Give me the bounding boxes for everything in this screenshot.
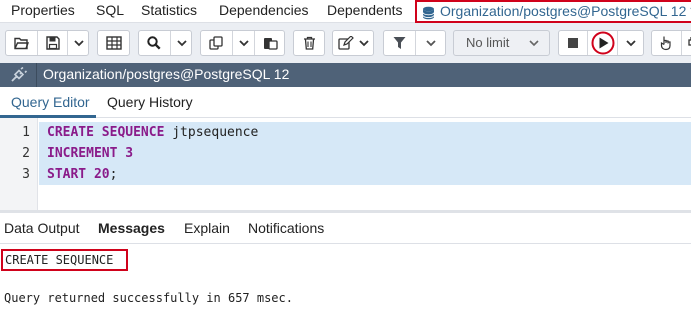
save-button[interactable]	[37, 31, 67, 55]
paste-icon	[264, 38, 278, 50]
copy-button[interactable]	[201, 31, 232, 55]
plug-icon	[688, 37, 691, 46]
messages-panel: CREATE SEQUENCE Query returned successfu…	[0, 244, 691, 315]
save-icon	[46, 36, 60, 50]
paste-button[interactable]	[254, 31, 285, 55]
sql-keyword: START	[47, 167, 87, 182]
sql-number: 3	[125, 146, 134, 161]
row-limit-value: No limit	[466, 35, 510, 50]
chevron-down-icon	[74, 40, 84, 47]
tab-data-output[interactable]: Data Output	[4, 220, 80, 236]
explain-button[interactable]	[652, 31, 681, 55]
output-tab-bar: Data Output Messages Explain Notificatio…	[0, 213, 691, 244]
connection-status-icon[interactable]	[10, 66, 28, 86]
tab-messages[interactable]: Messages	[98, 220, 165, 236]
tab-statistics[interactable]: Statistics	[141, 2, 197, 18]
tab-dependents[interactable]: Dependents	[327, 2, 403, 18]
cancel-query-button[interactable]	[559, 31, 587, 55]
edit-menu-button[interactable]	[332, 30, 374, 56]
tab-query-editor[interactable]: Query Editor	[11, 94, 90, 110]
result-message-highlight: CREATE SEQUENCE	[1, 249, 128, 271]
top-tab-bar: Properties SQL Statistics Dependencies D…	[0, 0, 691, 23]
code-line[interactable]: CREATE SEQUENCE jtpsequence	[39, 122, 691, 143]
status-message: Query returned successfully in 657 msec.	[4, 291, 293, 305]
edit-icon	[338, 36, 354, 50]
editor-tab-bar: Query Editor Query History	[0, 87, 691, 118]
code-line[interactable]: START 20;	[39, 164, 691, 185]
chevron-down-icon	[626, 40, 636, 47]
tab-query-tool-label: Organization/postgres@PostgreSQL 12 *	[440, 3, 691, 19]
open-file-button[interactable]	[6, 31, 37, 55]
sql-punctuation: ;	[109, 167, 118, 182]
line-number-gutter: 1 2 3	[0, 118, 38, 210]
edit-grid-button[interactable]	[97, 30, 130, 56]
tab-dependencies[interactable]: Dependencies	[219, 2, 309, 18]
trash-icon	[304, 36, 315, 50]
result-message: CREATE SEQUENCE	[5, 253, 114, 267]
execute-dropdown-button[interactable]	[617, 31, 644, 55]
execute-button[interactable]	[587, 31, 617, 55]
sql-editor[interactable]: 1 2 3 CREATE SEQUENCE jtpsequence INCREM…	[0, 118, 691, 210]
line-number: 1	[22, 125, 30, 140]
row-limit-select[interactable]: No limit	[453, 30, 550, 56]
find-dropdown-button[interactable]	[170, 31, 192, 55]
copy-icon	[209, 36, 223, 50]
chevron-down-icon	[426, 40, 436, 47]
file-button-group	[5, 30, 89, 56]
sql-identifier: jtpsequence	[164, 125, 259, 140]
execute-button-group	[558, 30, 644, 56]
connection-separator	[36, 63, 37, 87]
database-icon	[422, 6, 435, 23]
tab-notifications[interactable]: Notifications	[248, 220, 324, 236]
tab-query-history[interactable]: Query History	[107, 94, 193, 110]
copy-paste-button-group	[200, 30, 285, 56]
sql-keyword: CREATE SEQUENCE	[47, 125, 165, 140]
filter-icon	[393, 37, 406, 49]
sql-number: 20	[93, 167, 110, 182]
filter-button-group	[383, 30, 446, 56]
code-line[interactable]: INCREMENT 3	[39, 143, 691, 164]
line-number: 3	[22, 167, 30, 182]
copy-dropdown-button[interactable]	[232, 31, 254, 55]
grid-icon	[106, 36, 122, 50]
filter-dropdown-button[interactable]	[415, 31, 446, 55]
explain-button-group	[651, 30, 691, 56]
line-number: 2	[22, 146, 30, 161]
pointer-hand-icon	[660, 36, 671, 51]
delete-button[interactable]	[293, 30, 325, 56]
tab-explain[interactable]: Explain	[184, 220, 230, 236]
filter-button[interactable]	[384, 31, 415, 55]
query-toolbar: No limit	[0, 23, 691, 63]
connection-header: Organization/postgres@PostgreSQL 12	[0, 63, 691, 87]
tab-properties[interactable]: Properties	[11, 2, 75, 18]
tab-sql[interactable]: SQL	[96, 2, 124, 18]
chevron-down-icon	[359, 40, 369, 47]
search-icon	[147, 36, 161, 50]
find-button-group	[138, 30, 192, 56]
chevron-down-icon	[529, 40, 539, 47]
sql-keyword: INCREMENT	[47, 146, 118, 161]
find-button[interactable]	[139, 31, 170, 55]
connection-label: Organization/postgres@PostgreSQL 12	[43, 66, 290, 82]
save-dropdown-button[interactable]	[67, 31, 89, 55]
connection-button[interactable]	[681, 31, 691, 55]
chevron-down-icon	[239, 40, 249, 47]
chevron-down-icon	[177, 40, 187, 47]
stop-icon	[568, 38, 578, 48]
execute-icon	[591, 31, 615, 55]
open-folder-icon	[14, 37, 29, 50]
tab-query-tool[interactable]: Organization/postgres@PostgreSQL 12 *	[415, 0, 691, 23]
